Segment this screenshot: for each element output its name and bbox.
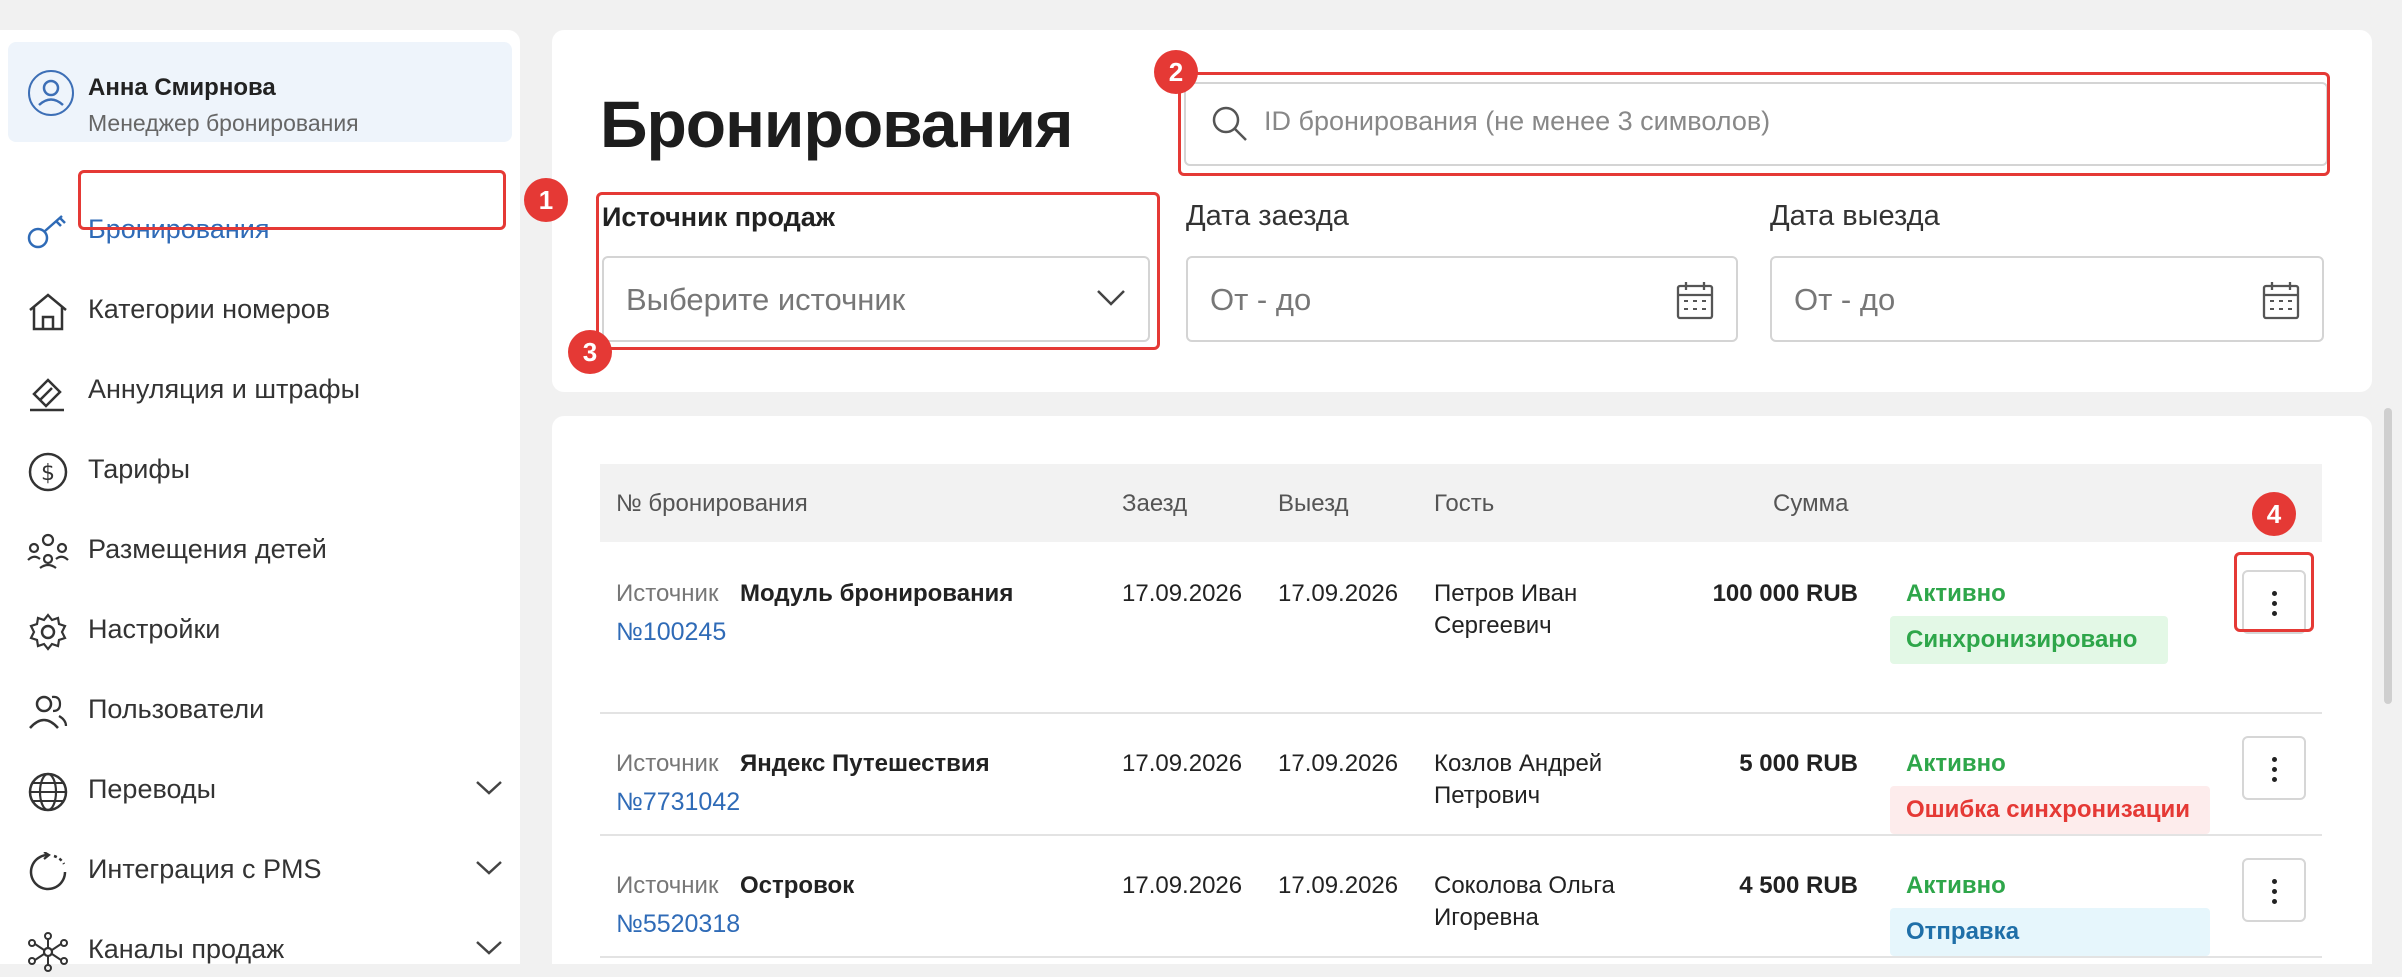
checkout-date-field[interactable]: От - до [1770,256,2324,342]
user-card[interactable]: Анна Смирнова Менеджер бронирования [8,42,512,142]
source-name: Островок [740,872,855,899]
sidebar-item-sales-channels[interactable]: Каналы продаж [0,920,520,976]
sidebar-item-label: Каналы продаж [88,934,285,964]
column-header-guest: Гость [1434,490,1495,517]
sidebar-item-children[interactable]: Размещения детей [0,520,520,576]
sidebar-item-label: Размещения детей [88,534,327,564]
booking-number-link[interactable]: №7731042 [616,788,740,817]
sidebar-item-label: Тарифы [88,454,191,484]
page-title: Бронирования [600,87,1073,161]
sidebar-item-room-categories[interactable]: Категории номеров [0,280,520,336]
guest-name: Соколова Ольга [1434,872,1615,899]
booking-number-link[interactable]: №5520318 [616,910,740,939]
sidebar-item-label: Настройки [88,614,221,644]
chevron-down-icon[interactable] [474,778,504,798]
sidebar-item-label: Аннуляция и штрафы [88,374,361,404]
checkin-date-field[interactable]: От - до [1186,256,1738,342]
sidebar-item-label: Интеграция с PMS [88,854,322,884]
source-label: Источник [616,872,719,899]
network-icon [26,932,70,972]
column-header-number: № бронирования [616,490,808,517]
sidebar-item-settings[interactable]: Настройки [0,600,520,656]
eraser-icon [26,372,70,412]
row-actions-button[interactable] [2242,858,2306,922]
booking-amount: 4 500 RUB [1739,872,1858,899]
table-row[interactable]: Источник Модуль бронирования №100245 17.… [600,542,2322,714]
guest-name: Козлов Андрей [1434,750,1603,777]
bookings-table-card: № бронирования Заезд Выезд Гость Сумма И… [552,416,2372,964]
home-icon [26,292,70,332]
user-name: Анна Смирнова [88,74,276,101]
checkin-date: 17.09.2026 [1122,750,1243,777]
marker-1: 1 [524,178,568,222]
chevron-down-icon[interactable] [474,938,504,958]
users-icon [26,692,70,732]
people-icon [26,532,70,572]
status-active: Активно [1906,872,2006,899]
highlight-bookings-nav [78,170,506,230]
source-name: Яндекс Путешествия [740,750,990,777]
marker-2: 2 [1154,50,1198,94]
booking-amount: 100 000 RUB [1712,580,1858,607]
globe-icon [26,772,70,812]
status-active: Активно [1906,750,2006,777]
guest-name-patronymic: Игоревна [1434,904,1539,931]
table-header: № бронирования Заезд Выезд Гость Сумма [600,464,2322,542]
sidebar-item-translations[interactable]: Переводы [0,760,520,816]
source-label: Источник [616,750,719,777]
status-active: Активно [1906,580,2006,607]
booking-amount: 5 000 RUB [1739,750,1858,777]
chevron-down-icon[interactable] [474,858,504,878]
checkout-date: 17.09.2026 [1278,872,1399,899]
booking-number-link[interactable]: №100245 [616,618,726,647]
user-avatar-icon [28,70,74,116]
checkout-date: 17.09.2026 [1278,580,1399,607]
guest-name-patronymic: Сергеевич [1434,612,1552,639]
source-label: Источник [616,580,719,607]
sidebar-item-label: Категории номеров [88,294,331,324]
svg-text:$: $ [41,461,55,486]
marker-4: 4 [2252,492,2296,536]
sidebar-item-rates[interactable]: $ Тарифы [0,440,520,496]
highlight-source-filter [596,192,1160,350]
sidebar-item-users[interactable]: Пользователи [0,680,520,736]
key-icon [26,212,70,252]
refresh-icon [26,851,70,892]
checkout-date-placeholder: От - до [1794,282,1896,317]
dollar-icon: $ [26,452,70,492]
table-row[interactable]: Источник Островок №5520318 17.09.2026 17… [600,834,2322,958]
checkin-date: 17.09.2026 [1122,872,1243,899]
guest-name-patronymic: Петрович [1434,782,1541,809]
gear-icon [26,612,70,652]
highlight-search [1178,72,2330,176]
sync-status-badge: Ошибка синхронизации [1890,786,2210,834]
scrollbar[interactable] [2384,408,2392,704]
source-name: Модуль бронирования [740,580,1014,607]
table-row[interactable]: Источник Яндекс Путешествия №7731042 17.… [600,712,2322,836]
checkin-date-placeholder: От - до [1210,282,1312,317]
checkout-date: 17.09.2026 [1278,750,1399,777]
sidebar-item-label: Переводы [88,774,217,804]
checkout-filter-label: Дата выезда [1770,200,1940,232]
marker-3: 3 [568,330,612,374]
checkin-filter-label: Дата заезда [1186,200,1349,232]
sync-status-badge: Отправка [1890,908,2210,956]
sync-status-badge: Синхронизировано [1890,616,2168,664]
sidebar-item-pms[interactable]: Интеграция с PMS [0,840,520,896]
column-header-amount: Сумма [1773,490,1849,517]
user-role: Менеджер бронирования [88,110,359,136]
row-actions-button[interactable] [2242,736,2306,800]
column-header-checkout: Выезд [1278,490,1349,517]
checkin-date: 17.09.2026 [1122,580,1243,607]
guest-name: Петров Иван [1434,580,1578,607]
highlight-row-actions [2234,552,2314,632]
calendar-icon[interactable] [2262,280,2300,325]
column-header-checkin: Заезд [1122,490,1188,517]
sidebar-item-cancellation[interactable]: Аннуляция и штрафы [0,360,520,416]
calendar-icon[interactable] [1676,280,1714,325]
sidebar-item-label: Пользователи [88,694,265,724]
